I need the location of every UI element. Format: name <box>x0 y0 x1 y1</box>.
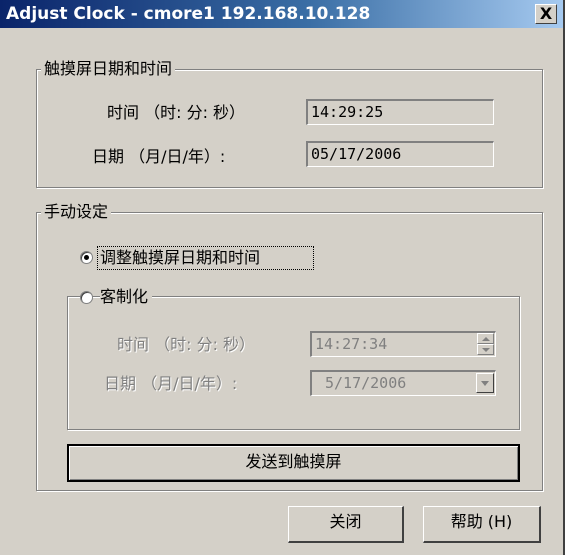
custom-time-spinner[interactable]: 14:27:34 <box>310 331 496 357</box>
custom-date-label: 日期 （月/日/年）: <box>104 374 238 393</box>
customize-radio[interactable] <box>80 291 93 304</box>
customize-group <box>67 296 520 430</box>
close-icon: X <box>539 4 553 23</box>
touchscreen-date-field: 05/17/2006 <box>306 141 494 167</box>
chevron-down-icon <box>481 381 489 386</box>
custom-date-picker[interactable]: 5/17/2006 <box>310 370 496 396</box>
spin-up-button[interactable] <box>477 333 494 344</box>
touchscreen-time-label: 时间 （时: 分: 秒） <box>107 103 246 122</box>
title-bar[interactable]: Adjust Clock - cmore1 192.168.10.128 X <box>0 0 563 28</box>
spin-down-icon <box>482 348 490 352</box>
spin-up-icon <box>482 337 490 341</box>
touchscreen-time-field: 14:29:25 <box>306 99 494 125</box>
touchscreen-date-label: 日期 （月/日/年）: <box>92 147 226 166</box>
close-window-button[interactable]: X <box>535 4 557 24</box>
spin-down-button[interactable] <box>477 344 494 355</box>
custom-date-value: 5/17/2006 <box>325 374 407 392</box>
group-legend-manual: 手动设定 <box>41 201 112 223</box>
close-button[interactable]: 关闭 <box>288 506 404 543</box>
send-to-touchscreen-button[interactable]: 发送到触摸屏 <box>67 444 520 482</box>
help-button[interactable]: 帮助 (H) <box>423 506 541 543</box>
customize-option-label[interactable]: 客制化 <box>100 286 153 308</box>
sync-touchscreen-radio[interactable] <box>80 251 93 264</box>
window-title: Adjust Clock - cmore1 192.168.10.128 <box>6 4 371 24</box>
touchscreen-datetime-group: 触摸屏日期和时间 <box>36 58 543 188</box>
sync-touchscreen-option-label[interactable]: 调整触摸屏日期和时间 <box>100 247 260 269</box>
radio-selected-dot <box>84 255 89 260</box>
group-legend-touchscreen: 触摸屏日期和时间 <box>41 58 176 80</box>
date-dropdown-button[interactable] <box>476 373 494 393</box>
adjust-clock-dialog: Adjust Clock - cmore1 192.168.10.128 X 触… <box>0 0 565 555</box>
custom-time-value: 14:27:34 <box>315 335 388 353</box>
custom-time-label: 时间 （时: 分: 秒） <box>117 335 256 354</box>
